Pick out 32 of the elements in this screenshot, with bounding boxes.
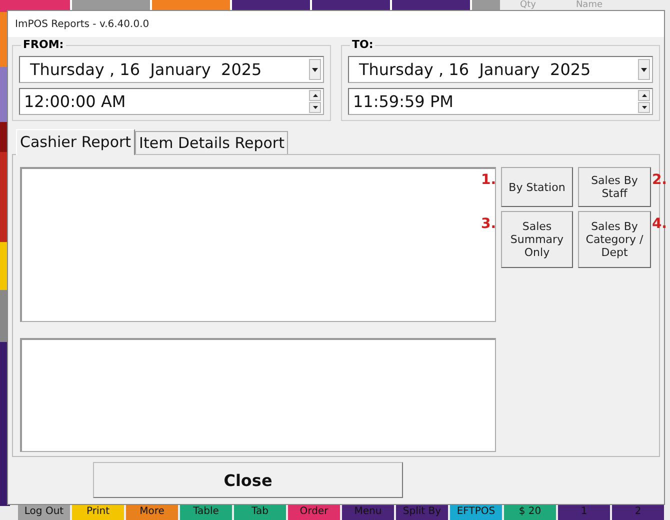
column-header: Qty (520, 0, 536, 10)
time-picker[interactable]: 11:59:59 PM (348, 88, 653, 115)
dropdown-icon[interactable] (638, 59, 650, 80)
dropdown-icon[interactable] (309, 59, 321, 80)
spinner-icon[interactable] (309, 90, 321, 113)
step-number: 1. (481, 172, 496, 188)
pos-button[interactable]: $ 20 (504, 505, 556, 520)
report-button[interactable]: By Station (501, 167, 573, 207)
close-button[interactable]: Close (93, 462, 403, 498)
date-picker[interactable]: Thursday , 16 January 2025 (19, 56, 324, 83)
step-number: 2. (652, 172, 667, 188)
report-button[interactable]: Sales Summary Only (501, 211, 573, 268)
pos-button[interactable]: Order (288, 505, 340, 520)
pos-button[interactable]: Table (180, 505, 232, 520)
window-title: ImPOS Reports - v.6.40.0.0 (15, 18, 150, 30)
pos-button[interactable]: Tab (234, 505, 286, 520)
group-label: FROM: (21, 38, 66, 51)
pos-button[interactable]: More (126, 505, 178, 520)
report-button[interactable]: Sales By Category / Dept (578, 211, 651, 268)
time-picker[interactable]: 12:00:00 AM (19, 88, 324, 115)
report-button[interactable]: Sales By Staff (578, 167, 651, 207)
tab[interactable]: Item Details Report (135, 131, 288, 154)
column-header: Name (576, 0, 603, 10)
spinner-icon[interactable] (638, 90, 650, 113)
group-label: TO: (350, 38, 376, 51)
pos-button[interactable]: EFTPOS (450, 505, 502, 520)
pos-button[interactable]: Log Out (18, 505, 70, 520)
tab[interactable]: Cashier Report (16, 129, 136, 155)
date-picker[interactable]: Thursday , 16 January 2025 (348, 56, 653, 83)
step-number: 3. (481, 216, 496, 232)
step-number: 4. (652, 216, 667, 232)
pos-button[interactable]: Print (72, 505, 124, 520)
